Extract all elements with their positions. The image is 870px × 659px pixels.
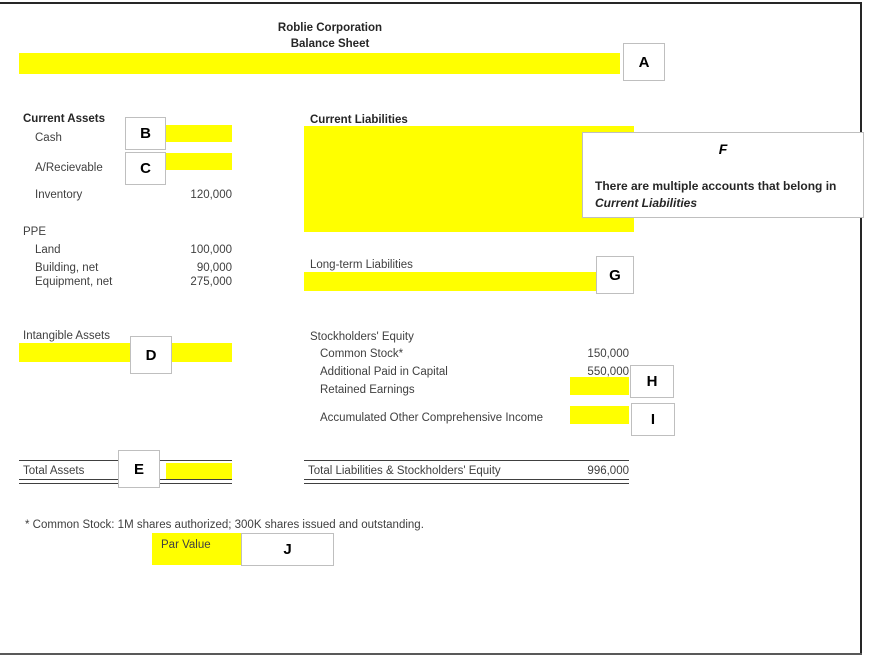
row-label-equipment-net: Equipment, net	[35, 276, 113, 288]
callout-f-letter: F	[718, 141, 728, 157]
page-border-bottom	[0, 653, 862, 655]
total-liabilities-equity-rule-mid	[304, 479, 629, 480]
highlight-balance-sheet-date[interactable]	[19, 53, 620, 74]
callout-j[interactable]: J	[241, 533, 334, 566]
total-liabilities-equity-rule-top	[304, 460, 629, 461]
highlight-total-assets-value[interactable]	[166, 463, 232, 479]
row-label-additional-paid-in-capital: Additional Paid in Capital	[320, 366, 448, 378]
total-liabilities-equity-value: 996,000	[587, 465, 629, 477]
row-label-accounts-receivable: A/Recievable	[35, 162, 103, 174]
total-assets-label: Total Assets	[23, 465, 85, 477]
callout-b[interactable]: B	[125, 117, 166, 150]
callout-f-body-italic: Current Liabilities	[595, 196, 698, 210]
page-border-right	[860, 2, 862, 655]
total-liabilities-equity-label: Total Liabilities & Stockholders' Equity	[308, 465, 501, 477]
row-label-land: Land	[35, 244, 61, 256]
callout-a[interactable]: A	[623, 43, 665, 81]
page-border-top	[0, 2, 862, 4]
total-liabilities-equity-rule-bottom	[304, 483, 629, 484]
row-label-retained-earnings: Retained Earnings	[320, 384, 415, 396]
row-label-cash: Cash	[35, 132, 62, 144]
balance-sheet-worksheet: Roblie Corporation Balance Sheet A Curre…	[0, 0, 870, 659]
par-value-label: Par Value	[161, 539, 211, 551]
ppe-heading: PPE	[23, 226, 47, 238]
long-term-liabilities-heading: Long-term Liabilities	[310, 259, 413, 271]
highlight-long-term-liabilities[interactable]	[304, 272, 608, 291]
footnote-common-stock: * Common Stock: 1M shares authorized; 30…	[25, 519, 424, 531]
row-value-land: 100,000	[190, 244, 232, 256]
highlight-accounts-receivable-value[interactable]	[166, 153, 232, 170]
callout-i[interactable]: I	[631, 403, 675, 436]
company-name: Roblie Corporation	[277, 22, 383, 34]
statement-title: Balance Sheet	[290, 38, 370, 50]
row-label-common-stock: Common Stock*	[320, 348, 404, 360]
row-value-inventory: 120,000	[190, 189, 232, 201]
row-value-equipment-net: 275,000	[190, 276, 232, 288]
row-label-building-net: Building, net	[35, 262, 99, 274]
callout-g[interactable]: G	[596, 256, 634, 294]
callout-c[interactable]: C	[125, 152, 166, 185]
stockholders-equity-heading: Stockholders' Equity	[310, 331, 414, 343]
callout-f-body: There are multiple accounts that belong …	[595, 178, 853, 212]
intangible-assets-heading: Intangible Assets	[23, 330, 110, 342]
row-value-building-net: 90,000	[196, 262, 232, 274]
callout-e[interactable]: E	[118, 450, 160, 488]
current-liabilities-heading: Current Liabilities	[310, 114, 408, 126]
highlight-cash-value[interactable]	[166, 125, 232, 142]
row-value-common-stock: 150,000	[587, 348, 629, 360]
current-assets-heading: Current Assets	[23, 113, 106, 125]
callout-d[interactable]: D	[130, 336, 172, 374]
callout-h[interactable]: H	[630, 365, 674, 398]
row-label-inventory: Inventory	[35, 189, 83, 201]
highlight-intangible-assets[interactable]	[19, 343, 232, 362]
callout-f-note[interactable]: F There are multiple accounts that belon…	[582, 132, 864, 218]
highlight-accumulated-oci-value[interactable]	[570, 406, 629, 424]
row-label-accumulated-oci: Accumulated Other Comprehensive Income	[320, 412, 544, 424]
callout-f-body-plain: There are multiple accounts that belong …	[595, 179, 837, 193]
highlight-retained-earnings-value[interactable]	[570, 377, 629, 395]
